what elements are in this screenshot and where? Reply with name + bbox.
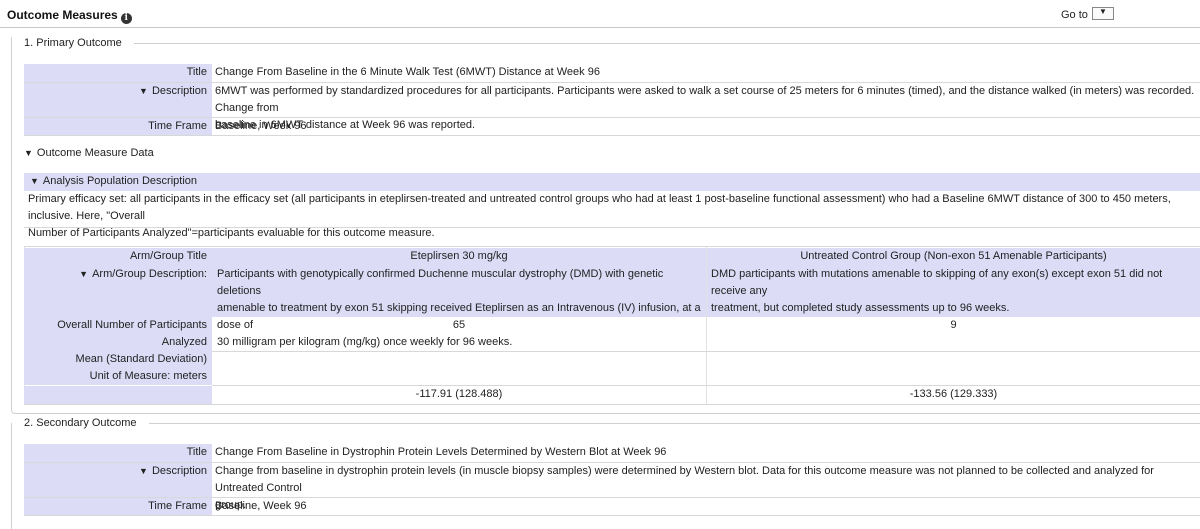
divider (212, 351, 1200, 352)
arm-description-toggle[interactable]: ▼ Arm/Group Description: (24, 266, 212, 317)
description-label: Description (151, 465, 207, 477)
outcome-title: Change From Baseline in Dystrophin Prote… (215, 446, 667, 458)
timeframe-label: Time Frame (24, 498, 212, 515)
chevron-down-icon: ▼ (1099, 7, 1107, 16)
triangle-down-icon: ▼ (139, 466, 148, 476)
analysis-population-text: Primary efficacy set: all participants i… (24, 191, 1200, 242)
arm-title-control: Untreated Control Group (Non-exon 51 Ame… (707, 248, 1200, 266)
arm-description-control: DMD participants with mutations amenable… (707, 266, 1200, 317)
description-line: Change from baseline in dystrophin prote… (215, 465, 1154, 494)
description-toggle[interactable]: ▼ Description (24, 83, 212, 117)
timeframe-label: Time Frame (24, 118, 212, 135)
divider (24, 515, 1200, 516)
timeframe-value: Baseline, Week 96 (215, 500, 307, 512)
arm-title-eteplirsen: Eteplirsen 30 mg/kg (212, 248, 706, 266)
goto-label: Go to (1061, 9, 1088, 21)
timeframe-value: Baseline, Week 96 (215, 120, 307, 132)
legend-divider (140, 423, 1200, 424)
apd-line: Primary efficacy set: all participants i… (28, 193, 1171, 222)
divider (24, 246, 1200, 247)
triangle-down-icon: ▼ (139, 86, 148, 96)
info-icon[interactable]: i (120, 13, 132, 24)
value-eteplirsen: -117.91 (128.488) (415, 388, 503, 400)
triangle-down-icon: ▼ (24, 148, 33, 158)
arm-title-label: Arm/Group Title (24, 248, 212, 266)
section-title: Outcome Measures i (7, 8, 132, 24)
description-label: Description (151, 85, 207, 97)
secondary-section-border (11, 423, 12, 529)
primary-outcome-legend: 1. Primary Outcome (18, 37, 134, 49)
legend-divider (120, 43, 1200, 44)
title-label: Title (24, 444, 212, 462)
arm-desc-line: 30 milligram per kilogram (mg/kg) once w… (217, 336, 513, 348)
arm-desc-line: treatment, but completed study assessmen… (711, 302, 1010, 314)
triangle-down-icon: ▼ (79, 269, 89, 279)
participants-label-line: Analyzed (161, 336, 207, 348)
participants-label-line: Overall Number of Participants (57, 319, 207, 331)
arm-desc-line: DMD participants with mutations amenable… (711, 268, 1163, 297)
value-row-label (24, 386, 212, 404)
triangle-down-icon: ▼ (30, 176, 39, 186)
arm-description-label: Arm/Group Description: (92, 268, 207, 280)
outcome-measure-data-label: Outcome Measure Data (36, 147, 154, 159)
outcome-measures-header: Outcome Measures i Go to ▼ (0, 0, 1200, 28)
divider (24, 404, 1200, 405)
arm-desc-line: Participants with genotypically confirme… (217, 268, 664, 297)
divider (24, 227, 1200, 228)
secondary-outcome-legend: 2. Secondary Outcome (18, 417, 149, 429)
analysis-population-label: Analysis Population Description (42, 175, 198, 187)
description-toggle[interactable]: ▼ Description (24, 463, 212, 497)
divider (24, 135, 1200, 136)
measure-label: Mean (Standard Deviation) Unit of Measur… (24, 351, 212, 385)
measure-type: Mean (Standard Deviation) (75, 353, 207, 365)
participants-control: 9 (950, 319, 957, 331)
outcome-title: Change From Baseline in the 6 Minute Wal… (215, 66, 600, 78)
description-line: 6MWT was performed by standardized proce… (215, 85, 1195, 114)
goto-dropdown[interactable]: ▼ (1092, 7, 1114, 20)
unit-of-measure: Unit of Measure: meters (89, 370, 207, 382)
arm-description-eteplirsen: Participants with genotypically confirme… (212, 266, 706, 348)
value-control: -133.56 (129.333) (909, 388, 998, 400)
analysis-population-toggle[interactable]: ▼ Analysis Population Description (24, 173, 1200, 191)
participants-eteplirsen: 65 (452, 319, 466, 331)
outcome-measure-data-toggle[interactable]: ▼ Outcome Measure Data (24, 145, 154, 162)
title-label: Title (24, 64, 212, 82)
participants-label: Overall Number of Participants Analyzed (24, 317, 212, 351)
